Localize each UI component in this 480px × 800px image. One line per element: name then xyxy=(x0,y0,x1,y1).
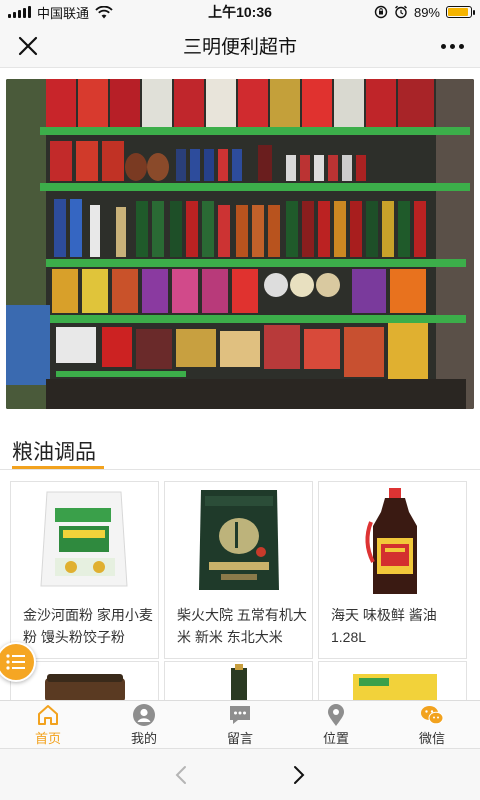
location-icon xyxy=(328,703,344,726)
tab-location[interactable]: 位置 xyxy=(288,701,384,748)
rice-bag-image xyxy=(199,490,279,590)
tab-label: 位置 xyxy=(322,730,349,746)
back-arrow-icon[interactable] xyxy=(170,763,194,787)
product-name: 金沙河面粉 家用小麦粉 馒头粉饺子粉 xyxy=(23,607,153,645)
section-title: 粮油调品 xyxy=(12,441,96,464)
status-right: 89% xyxy=(374,4,475,20)
more-icon[interactable] xyxy=(438,36,466,56)
page-title: 三明便利超市 xyxy=(182,37,297,58)
carrier-label: 中国联通 xyxy=(37,5,90,21)
tab-label: 留言 xyxy=(226,730,253,746)
section-underline xyxy=(12,466,104,469)
bottle-image xyxy=(231,664,247,700)
status-left: 中国联通 xyxy=(8,3,374,22)
bottom-tab-bar: 首页 我的 留言 位置 微信 xyxy=(0,700,480,748)
tab-home[interactable]: 首页 xyxy=(0,701,96,748)
product-name: 柴火大院 五常有机大米 新米 东北大米 xyxy=(177,607,307,645)
wifi-icon xyxy=(95,5,113,18)
tab-label: 我的 xyxy=(130,730,157,746)
status-bar: 中国联通 上午10:36 89% xyxy=(0,0,480,24)
alarm-icon xyxy=(395,5,407,19)
flour-bag-image xyxy=(40,491,128,587)
home-icon xyxy=(38,704,58,725)
battery-icon xyxy=(446,6,475,18)
section-header: 粮油调品 xyxy=(0,428,480,470)
wechat-icon xyxy=(421,705,444,724)
tab-label: 微信 xyxy=(418,730,445,746)
tab-message[interactable]: 留言 xyxy=(192,701,288,748)
snack-pack-image xyxy=(353,674,437,700)
battery-percent: 89% xyxy=(413,4,440,20)
product-card[interactable]: 柴火大院 五常有机大米 新米 东北大米 xyxy=(164,481,313,659)
product-card[interactable]: 金沙河面粉 家用小麦粉 馒头粉饺子粉 xyxy=(10,481,159,659)
user-icon xyxy=(133,703,155,726)
tab-label: 首页 xyxy=(34,730,61,746)
nav-bar: 三明便利超市 xyxy=(0,24,480,68)
rotation-lock-icon xyxy=(374,5,388,19)
product-card[interactable]: 海天 味极鲜 酱油 1.28L xyxy=(318,481,467,659)
tab-wechat[interactable]: 微信 xyxy=(384,701,480,748)
list-menu-icon xyxy=(6,654,25,670)
product-name: 海天 味极鲜 酱油 1.28L xyxy=(331,607,437,645)
product-card[interactable] xyxy=(318,661,467,701)
product-card[interactable] xyxy=(164,661,313,701)
message-icon xyxy=(230,705,250,724)
soy-sauce-bottle-image xyxy=(365,488,417,594)
store-banner-image[interactable] xyxy=(6,79,474,409)
store-shelf-illustration xyxy=(6,79,474,409)
close-icon[interactable] xyxy=(16,34,40,58)
forward-arrow-icon[interactable] xyxy=(286,763,310,787)
tab-mine[interactable]: 我的 xyxy=(96,701,192,748)
browser-toolbar xyxy=(0,748,480,800)
signal-icon xyxy=(8,6,31,18)
